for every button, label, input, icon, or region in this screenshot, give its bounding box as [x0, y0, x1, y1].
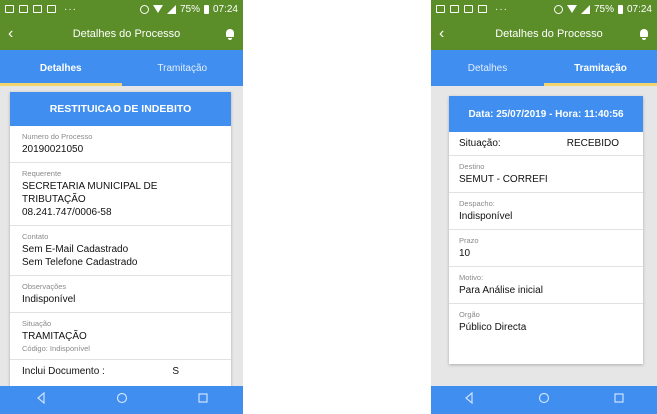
alarm-icon: [553, 4, 563, 14]
field-value: SEMUT - CORREFI: [459, 174, 548, 185]
battery-icon: [203, 4, 209, 14]
nav-home-icon[interactable]: [538, 391, 550, 409]
clock: 07:24: [212, 3, 238, 15]
field-label: Inclui Documento :: [22, 366, 105, 377]
card-title: RESTITUICAO DE INDEBITO: [10, 92, 231, 126]
more-notifications-icon: ···: [495, 3, 508, 15]
field-value: RECEBIDO: [566, 138, 619, 149]
back-arrow-icon[interactable]: ‹: [439, 26, 459, 42]
alarm-icon: [139, 4, 149, 14]
tab-detalhes[interactable]: Detalhes: [0, 50, 122, 86]
field-orgao: Orgão Público Directa: [449, 304, 643, 340]
mail-icon: [464, 5, 473, 13]
field-label: Contato: [22, 232, 49, 241]
bell-icon[interactable]: [639, 28, 649, 40]
mail-icon: [33, 5, 42, 13]
tab-detalhes[interactable]: Detalhes: [431, 50, 544, 86]
field-requerente: Requerente SECRETARIA MUNICIPAL DE TRIBU…: [10, 163, 231, 226]
field-label: Despacho:: [459, 199, 495, 208]
status-bar: ··· 75% 07:24: [431, 0, 657, 18]
calendar-icon: [436, 5, 445, 13]
phone-screen-detalhes: ··· 75% 07:24 ‹ Detalhes do Processo Det…: [0, 0, 243, 414]
field-value: Indisponível: [459, 211, 513, 222]
phone-screen-tramitacao: ··· 75% 07:24 ‹ Detalhes do Processo Det…: [431, 0, 657, 414]
field-situacao: Situação: RECEBIDO: [449, 132, 643, 156]
field-label: Situação:: [459, 138, 501, 149]
field-label: Situação: [22, 319, 52, 328]
android-nav-bar: [431, 386, 657, 414]
battery-icon: [617, 4, 623, 14]
facebook-icon: [450, 5, 459, 13]
field-prazo: Prazo 10: [449, 230, 643, 267]
field-label: Numero do Processo: [22, 132, 93, 141]
process-details-card: RESTITUICAO DE INDEBITO Numero do Proces…: [10, 92, 231, 392]
wifi-icon: [566, 5, 577, 13]
field-sub-code: Código: Indisponível: [22, 344, 90, 353]
field-value: S: [172, 366, 179, 377]
field-inclui-documento: Inclui Documento : S: [10, 360, 231, 383]
card-title-datetime: Data: 25/07/2019 - Hora: 11:40:56: [449, 96, 643, 132]
tab-tramitacao[interactable]: Tramitação: [122, 50, 244, 86]
nav-back-icon[interactable]: [35, 391, 47, 409]
battery-percent: 75%: [179, 3, 200, 15]
field-motivo: Motivo: Para Análise inicial: [449, 267, 643, 304]
bell-icon[interactable]: [225, 28, 235, 40]
field-despacho: Despacho: Indisponível: [449, 193, 643, 230]
image-icon: [47, 5, 56, 13]
field-label: Destino: [459, 162, 485, 171]
app-bar-title: Detalhes do Processo: [72, 28, 181, 40]
facebook-icon: [19, 5, 28, 13]
screenshot-composite: ··· 75% 07:24 ‹ Detalhes do Processo Det…: [0, 0, 657, 414]
field-contato: Contato Sem E-Mail Cadastrado Sem Telefo…: [10, 226, 231, 276]
field-value: TRAMITAÇÃO: [22, 331, 87, 342]
field-numero-processo: Numero do Processo 20190021050: [10, 126, 231, 163]
calendar-icon: [5, 5, 14, 13]
field-label: Motivo:: [459, 273, 484, 282]
app-bar-title: Detalhes do Processo: [495, 28, 603, 40]
status-bar: ··· 75% 07:24: [0, 0, 243, 18]
field-value-document: 08.241.747/0006-58: [22, 207, 112, 218]
field-value: SECRETARIA MUNICIPAL DE TRIBUTAÇÃO: [22, 181, 158, 205]
field-label: Prazo: [459, 236, 479, 245]
wifi-icon: [152, 5, 163, 13]
app-bar: ‹ Detalhes do Processo: [431, 18, 657, 50]
field-value-email: Sem E-Mail Cadastrado: [22, 244, 129, 255]
signal-icon: [580, 4, 590, 14]
field-value: 10: [459, 248, 471, 259]
field-value-phone: Sem Telefone Cadastrado: [22, 257, 138, 268]
nav-recent-icon[interactable]: [613, 391, 625, 409]
tab-bar: Detalhes Tramitação: [0, 50, 243, 86]
tramitacao-card: Data: 25/07/2019 - Hora: 11:40:56 Situaç…: [449, 96, 643, 364]
tab-tramitacao[interactable]: Tramitação: [544, 50, 657, 86]
nav-home-icon[interactable]: [116, 391, 128, 409]
nav-recent-icon[interactable]: [197, 391, 209, 409]
field-value: Indisponível: [22, 294, 76, 305]
field-situacao: Situação TRAMITAÇÃO Código: Indisponível: [10, 313, 231, 360]
battery-percent: 75%: [593, 3, 614, 15]
field-value: Público Directa: [459, 322, 527, 333]
image-icon: [478, 5, 487, 13]
field-observacoes: Observações Indisponível: [10, 276, 231, 313]
more-notifications-icon: ···: [64, 3, 77, 15]
tab-bar: Detalhes Tramitação: [431, 50, 657, 86]
field-label: Orgão: [459, 310, 480, 319]
signal-icon: [166, 4, 176, 14]
field-value: Para Análise inicial: [459, 285, 543, 296]
app-bar: ‹ Detalhes do Processo: [0, 18, 243, 50]
field-value: 20190021050: [22, 144, 84, 155]
field-label: Requerente: [22, 169, 62, 178]
clock: 07:24: [626, 3, 652, 15]
back-arrow-icon[interactable]: ‹: [8, 26, 28, 42]
nav-back-icon[interactable]: [463, 391, 475, 409]
field-label: Observações: [22, 282, 67, 291]
field-destino: Destino SEMUT - CORREFI: [449, 156, 643, 193]
android-nav-bar: [0, 386, 243, 414]
